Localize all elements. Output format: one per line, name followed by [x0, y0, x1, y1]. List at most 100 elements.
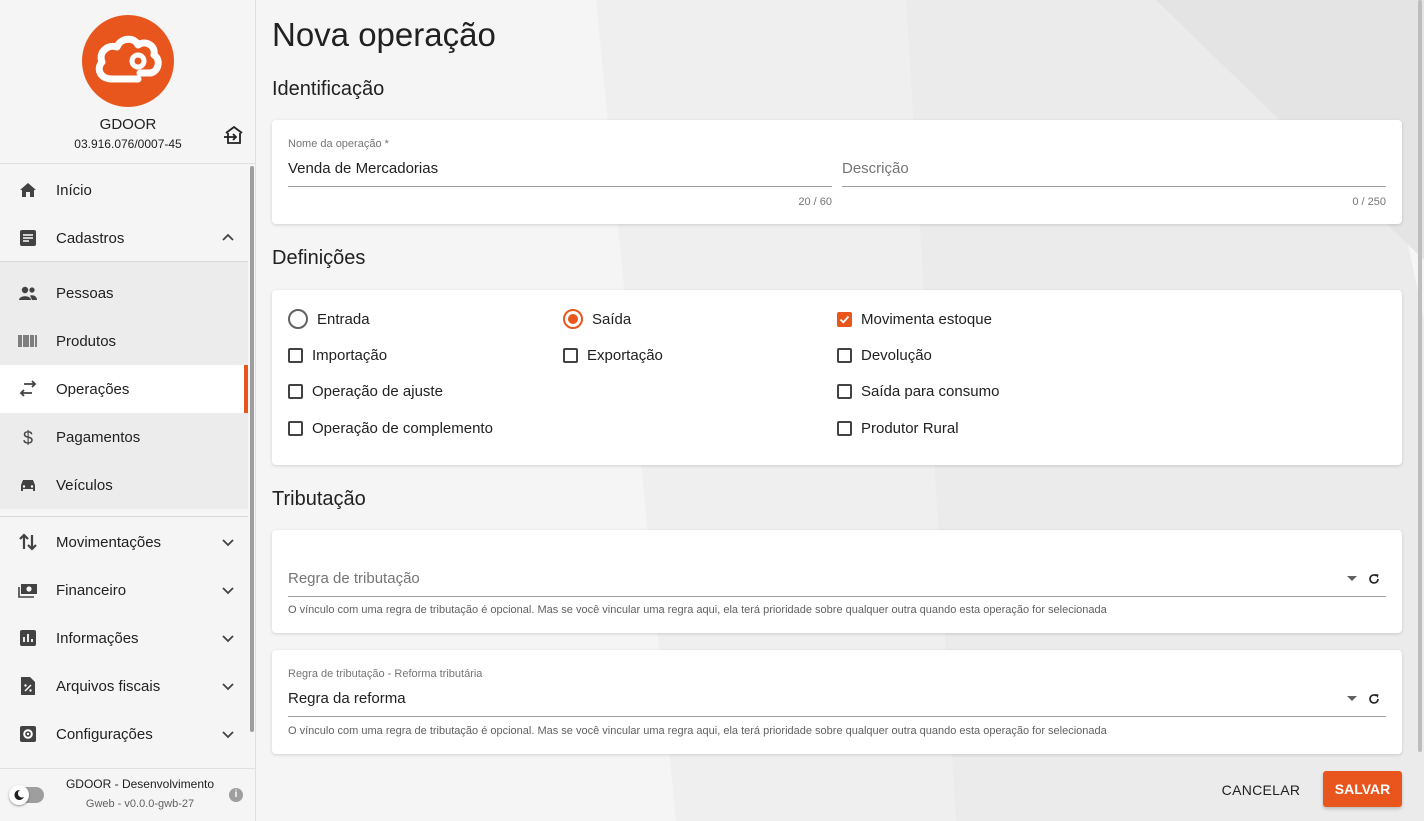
regra-tributacao-select[interactable]: Regra de tributação O vínculo com uma re…: [288, 568, 1386, 620]
company-logo[interactable]: [82, 15, 174, 107]
checkbox-movimenta-estoque-label: Movimenta estoque: [861, 311, 992, 328]
sidebar-item-label: Início: [56, 181, 92, 199]
checkbox-importacao-control[interactable]: [288, 348, 303, 363]
page-title: Nova operação: [272, 16, 496, 53]
sidebar-scrollbar[interactable]: [250, 166, 254, 732]
theme-toggle[interactable]: [9, 785, 44, 805]
regra-tributacao-placeholder: Regra de tributação: [288, 570, 420, 587]
checkbox-operacao-complemento[interactable]: Operação de complemento: [288, 420, 493, 437]
info-icon[interactable]: i: [229, 788, 243, 802]
save-button[interactable]: SALVAR: [1323, 771, 1402, 807]
regra-reforma-card: Regra de tributação - Reforma tributária…: [272, 650, 1402, 754]
checkmark-icon: [839, 315, 850, 324]
descricao-field[interactable]: Descrição 0 / 250: [842, 138, 1386, 218]
checkbox-devolucao-label: Devolução: [861, 347, 932, 364]
sidebar-item-configuracoes[interactable]: Configurações: [0, 710, 248, 758]
logout-icon[interactable]: [222, 124, 246, 146]
checkbox-operacao-ajuste-control[interactable]: [288, 384, 303, 399]
checkbox-exportacao[interactable]: Exportação: [563, 347, 663, 364]
chevron-down-icon: [222, 635, 234, 643]
sidebar-item-pagamentos[interactable]: $ Pagamentos: [0, 413, 248, 461]
svg-text:$: $: [23, 428, 33, 447]
descricao-input[interactable]: Descrição: [842, 160, 909, 177]
sidebar-item-produtos[interactable]: Produtos: [0, 317, 248, 365]
checkbox-movimenta-estoque[interactable]: Movimenta estoque: [837, 311, 992, 328]
checkbox-operacao-ajuste[interactable]: Operação de ajuste: [288, 383, 443, 400]
sidebar-item-label: Informações: [56, 629, 139, 647]
regra-reforma-hint: O vínculo com uma regra de tributação é …: [288, 725, 1107, 737]
sidebar-item-label: Movimentações: [56, 533, 162, 551]
sidebar-item-veiculos[interactable]: Veículos: [0, 461, 248, 509]
radio-saida[interactable]: Saída: [563, 309, 631, 329]
checkbox-importacao[interactable]: Importação: [288, 347, 387, 364]
sidebar-item-label: Arquivos fiscais: [56, 677, 161, 695]
radio-saida-control[interactable]: [563, 309, 583, 329]
chevron-down-icon: [222, 683, 234, 691]
checkbox-operacao-ajuste-label: Operação de ajuste: [312, 383, 443, 400]
car-icon: [21, 480, 35, 491]
sidebar-item-pessoas[interactable]: Pessoas: [0, 269, 248, 317]
dropdown-arrow-icon[interactable]: [1346, 692, 1358, 704]
nome-operacao-label: Nome da operação *: [288, 138, 389, 150]
sidebar-item-inicio[interactable]: Início: [0, 166, 248, 214]
checkbox-produtor-rural-label: Produtor Rural: [861, 420, 959, 437]
company-name: GDOOR: [99, 116, 157, 133]
dollar-icon: $: [23, 428, 33, 447]
radio-entrada[interactable]: Entrada: [288, 309, 370, 329]
company-cnpj: 03.916.076/0007-45: [74, 137, 182, 151]
checkbox-produtor-rural-control[interactable]: [837, 421, 852, 436]
nav-divider: [0, 516, 248, 517]
regra-reforma-underline: [288, 716, 1386, 717]
active-indicator: [244, 365, 248, 413]
checkbox-devolucao[interactable]: Devolução: [837, 347, 932, 364]
checkbox-operacao-complemento-control[interactable]: [288, 421, 303, 436]
sidebar-item-label: Veículos: [56, 476, 113, 494]
sidebar-item-financeiro[interactable]: Financeiro: [0, 566, 248, 614]
gdoor-cloud-logo-icon: [95, 35, 162, 83]
chevron-up-icon: [222, 233, 234, 241]
checkbox-operacao-complemento-label: Operação de complemento: [312, 420, 493, 437]
radio-entrada-control[interactable]: [288, 309, 308, 329]
checkbox-devolucao-control[interactable]: [837, 348, 852, 363]
sidebar-item-label: Financeiro: [56, 581, 127, 599]
percent-file-icon: [21, 677, 35, 695]
bar-chart-icon: [20, 630, 36, 646]
refresh-icon[interactable]: [1368, 693, 1380, 705]
sidebar-footer: GDOOR - Desenvolvimento Gweb - v0.0.0-gw…: [0, 768, 256, 821]
dropdown-arrow-icon[interactable]: [1346, 572, 1358, 584]
regra-tributacao-hint: O vínculo com uma regra de tributação é …: [288, 604, 1107, 616]
identificacao-card: Nome da operação * Venda de Mercadorias …: [272, 120, 1402, 224]
sidebar-header: GDOOR 03.916.076/0007-45: [0, 0, 255, 164]
checkbox-saida-consumo[interactable]: Saída para consumo: [837, 383, 999, 400]
checkbox-exportacao-label: Exportação: [587, 347, 663, 364]
main-scrollbar[interactable]: [1416, 0, 1424, 760]
chevron-down-icon: [222, 587, 234, 595]
sidebar-item-operacoes[interactable]: Operações: [0, 365, 248, 413]
sidebar-item-movimentacoes[interactable]: Movimentações: [0, 518, 248, 566]
sidebar-item-informacoes[interactable]: Informações: [0, 614, 248, 662]
main-scrollbar-thumb[interactable]: [1418, 0, 1422, 752]
gear-icon: [20, 726, 36, 742]
nome-operacao-input[interactable]: Venda de Mercadorias: [288, 160, 438, 177]
checkbox-movimenta-estoque-control[interactable]: [837, 312, 852, 327]
refresh-icon[interactable]: [1368, 573, 1380, 585]
descricao-counter: 0 / 250: [1352, 196, 1386, 208]
environment-name: GDOOR - Desenvolvimento: [65, 777, 215, 791]
sidebar-item-label: Cadastros: [56, 229, 125, 247]
app-version: Gweb - v0.0.0-gwb-27: [85, 798, 195, 810]
checkbox-produtor-rural[interactable]: Produtor Rural: [837, 420, 959, 437]
people-icon: [19, 286, 37, 300]
sidebar-item-label: Pagamentos: [56, 428, 141, 446]
checkbox-exportacao-control[interactable]: [563, 348, 578, 363]
sidebar: GDOOR 03.916.076/0007-45 Início Cadastro…: [0, 0, 256, 821]
checkbox-saida-consumo-control[interactable]: [837, 384, 852, 399]
section-title-identificacao: Identificação: [272, 78, 385, 100]
section-title-definicoes: Definições: [272, 247, 366, 269]
regra-reforma-select[interactable]: Regra de tributação - Reforma tributária…: [288, 668, 1386, 748]
regra-reforma-value: Regra da reforma: [288, 690, 406, 707]
sidebar-item-label: Produtos: [56, 332, 117, 350]
sidebar-item-cadastros[interactable]: Cadastros: [0, 214, 248, 262]
cancel-button[interactable]: CANCELAR: [1217, 774, 1305, 806]
nome-operacao-field[interactable]: Nome da operação * Venda de Mercadorias …: [288, 138, 832, 218]
sidebar-item-arquivos-fiscais[interactable]: Arquivos fiscais: [0, 662, 248, 710]
